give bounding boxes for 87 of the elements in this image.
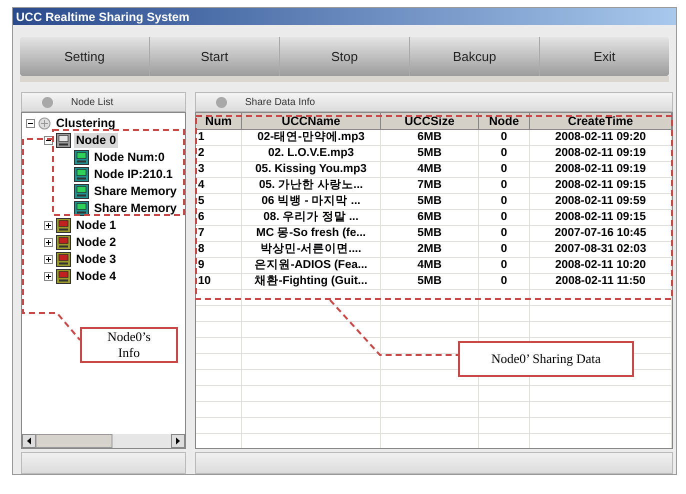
table-cell-text: 2007-08-31 02:03 — [554, 242, 648, 257]
table-cell-text: 5MB — [416, 274, 443, 289]
computer-icon — [74, 184, 89, 199]
toolbar-button[interactable]: Setting — [20, 37, 150, 76]
panel-title: Share Data Info — [245, 96, 316, 110]
table-cell-text: 1 — [197, 130, 206, 145]
table-cell-text: 2008-02-11 09:15 — [554, 178, 647, 193]
table-cell-text: 0 — [500, 242, 508, 257]
tree-item[interactable]: Share Memory — [92, 184, 179, 199]
table-cell-text: 4MB — [416, 258, 443, 273]
computer-icon — [56, 235, 71, 250]
table-cell-text: 0 — [500, 226, 508, 241]
table-cell-text: 2008-02-11 10:20 — [554, 258, 647, 273]
tree-item[interactable]: Node IP:210.1 — [92, 167, 175, 182]
table-cell-text: 2008-02-11 09:59 — [554, 194, 647, 209]
table-cell-text: 3 — [197, 162, 206, 177]
computer-icon — [56, 269, 71, 284]
table-cell-text: 2008-02-11 09:19 — [554, 162, 647, 177]
tree-item[interactable]: Node 0 — [74, 133, 118, 148]
expand-icon[interactable] — [44, 255, 53, 264]
computer-icon — [74, 201, 89, 216]
computer-icon — [56, 252, 71, 267]
table-cell-text: 0 — [500, 274, 508, 289]
panel-title: Node List — [71, 96, 114, 110]
table-cell-text: 10 — [197, 274, 212, 289]
table-cell-text: 5MB — [416, 226, 443, 241]
table-cell-text: 0 — [500, 178, 508, 193]
table-cell-text: 9 — [197, 258, 206, 273]
table-cell-text: 0 — [500, 210, 508, 225]
table-cell-text: 5 — [197, 194, 206, 209]
collapse-icon[interactable] — [26, 119, 35, 128]
table-cell-text: 박상민-서른이면.... — [260, 242, 362, 257]
table-cell-text: 06 빅뱅 - 마지막 ... — [260, 194, 362, 209]
table-cell-text: 5MB — [416, 194, 443, 209]
tree-item[interactable]: Share Memory — [92, 201, 179, 216]
table-cell-text: 2008-02-11 09:20 — [554, 130, 647, 145]
expand-icon[interactable] — [44, 221, 53, 230]
table-cell-text: 2008-02-11 09:19 — [554, 146, 647, 161]
table-cell-text: 02. L.O.V.E.mp3 — [267, 146, 355, 161]
table-cell-text: 0 — [500, 130, 508, 145]
table-cell-text: 4MB — [416, 162, 443, 177]
computer-icon — [56, 218, 71, 233]
table-cell-text: MC 몽-So fresh (fe... — [255, 226, 367, 241]
table-cell-text: 2008-02-11 09:15 — [554, 210, 647, 225]
table-cell-text: 0 — [500, 162, 508, 177]
table-cell-text: 2007-07-16 10:45 — [554, 226, 648, 241]
expand-icon[interactable] — [44, 272, 53, 281]
table-cell-text: 7 — [197, 226, 206, 241]
table-cell-text: 2008-02-11 11:50 — [554, 274, 647, 289]
window-title: UCC Realtime Sharing System — [16, 8, 190, 26]
tree-item[interactable]: Clustering — [54, 116, 118, 131]
cluster-icon — [38, 117, 51, 130]
table-cell-text: 05. Kissing You.mp3 — [254, 162, 368, 177]
table-cell-text: 채환-Fighting (Guit... — [254, 274, 368, 289]
table-cell-text: 2MB — [416, 242, 443, 257]
column-header[interactable]: Node — [479, 113, 530, 130]
tree-item[interactable]: Node Num:0 — [92, 150, 167, 165]
tree-item[interactable]: Node 3 — [74, 252, 118, 267]
table-cell-text: 은지원-ADIOS (Fea... — [254, 258, 368, 273]
table-cell-text: 7MB — [416, 178, 443, 193]
horizontal-scrollbar[interactable] — [22, 434, 185, 448]
table-cell-text: 0 — [500, 194, 508, 209]
computer-icon — [74, 167, 89, 182]
tree-item[interactable]: Node 4 — [74, 269, 118, 284]
computer-icon — [74, 150, 89, 165]
callout-label: Node0’s Info — [80, 327, 178, 363]
column-header[interactable]: UCCName — [242, 113, 381, 130]
callout-label: Node0’ Sharing Data — [458, 341, 634, 377]
table-cell-text: 05. 가난한 사랑노... — [258, 178, 364, 193]
column-header[interactable]: UCCSize — [381, 113, 479, 130]
tree-item[interactable]: Node 1 — [74, 218, 118, 233]
table-cell-text: 6 — [197, 210, 206, 225]
table-cell-text: 6MB — [416, 130, 443, 145]
tree-item[interactable]: Node 2 — [74, 235, 118, 250]
table-cell-text: 5MB — [416, 146, 443, 161]
table-cell-text: 4 — [197, 178, 206, 193]
column-header[interactable]: CreateTime — [530, 113, 672, 130]
table-cell-text: 2 — [197, 146, 206, 161]
expand-icon[interactable] — [44, 238, 53, 247]
column-header[interactable]: Num — [196, 113, 242, 130]
computer-icon — [56, 133, 71, 148]
table-cell-text: 08. 우리가 정말 ... — [262, 210, 360, 225]
table-cell-text: 0 — [500, 146, 508, 161]
table-cell-text: 8 — [197, 242, 206, 257]
table-cell-text: 6MB — [416, 210, 443, 225]
table-cell-text: 0 — [500, 258, 508, 273]
table-cell-text: 02-태연-만약에.mp3 — [256, 130, 366, 145]
